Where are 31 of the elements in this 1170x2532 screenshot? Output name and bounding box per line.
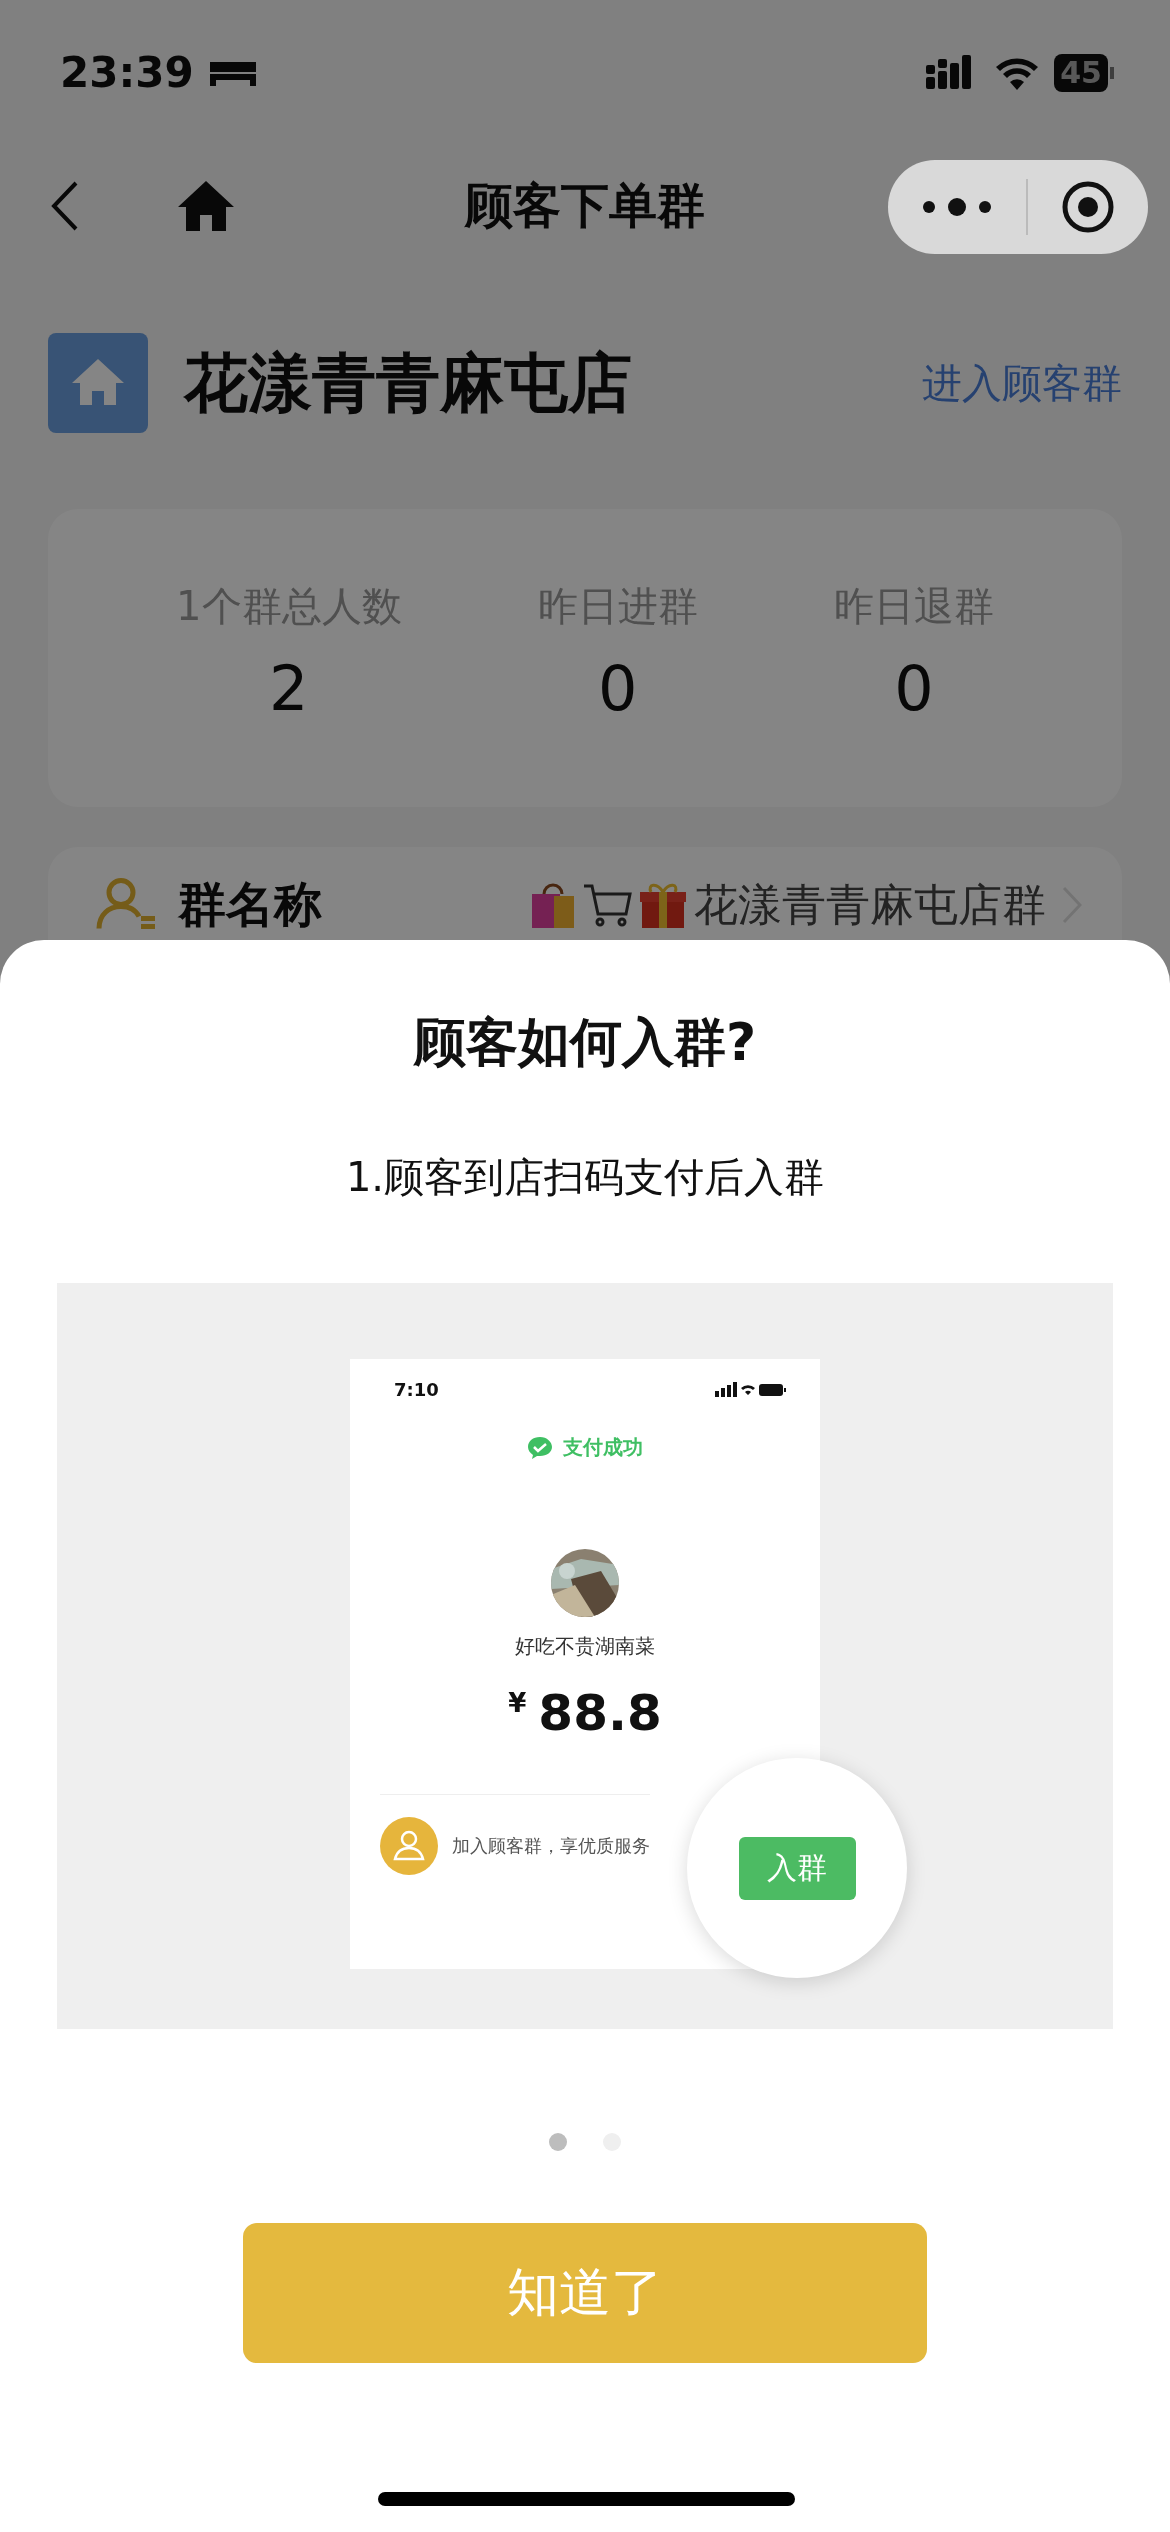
phone-time: 7:10 <box>394 1379 439 1400</box>
stat-value: 0 <box>597 652 638 725</box>
payment-status: 支付成功 <box>563 1434 643 1461</box>
group-name-label: 群名称 <box>178 875 323 934</box>
cart-icon <box>582 882 632 928</box>
back-icon[interactable] <box>50 180 80 232</box>
enter-group-link[interactable]: 进入顾客群 <box>922 355 1122 411</box>
merchant-name: 好吃不贵湖南菜 <box>515 1633 655 1660</box>
close-icon[interactable] <box>1061 180 1115 234</box>
step-text: 1.顾客到店扫码支付后入群 <box>345 1153 825 1202</box>
stat-value: 0 <box>894 652 934 725</box>
person-icon <box>380 1817 438 1875</box>
group-name-value: 花漾青青麻屯店群 <box>694 877 1046 932</box>
stat-value: 2 <box>269 652 309 725</box>
wifi-icon <box>994 55 1041 90</box>
more-icon[interactable] <box>921 197 993 217</box>
got-it-button[interactable]: 知道了 <box>243 2223 927 2363</box>
signal-icon <box>715 1382 737 1397</box>
battery-icon <box>759 1383 786 1396</box>
sheet-title: 顾客如何入群? <box>413 1011 757 1074</box>
join-prompt: 加入顾客群，享优质服务 <box>452 1834 650 1858</box>
page-dot[interactable] <box>549 2133 567 2151</box>
currency-symbol: ¥ <box>508 1688 527 1718</box>
status-time: 23:39 <box>60 48 194 97</box>
store-name: 花漾青青麻屯店 <box>184 344 633 422</box>
page-title: 顾客下单群 <box>463 176 706 235</box>
payment-amount: 88.8 <box>538 1684 662 1742</box>
store-icon <box>48 333 148 433</box>
home-icon[interactable] <box>176 179 236 233</box>
wifi-icon <box>741 1384 755 1395</box>
check-bubble-icon <box>527 1435 553 1460</box>
